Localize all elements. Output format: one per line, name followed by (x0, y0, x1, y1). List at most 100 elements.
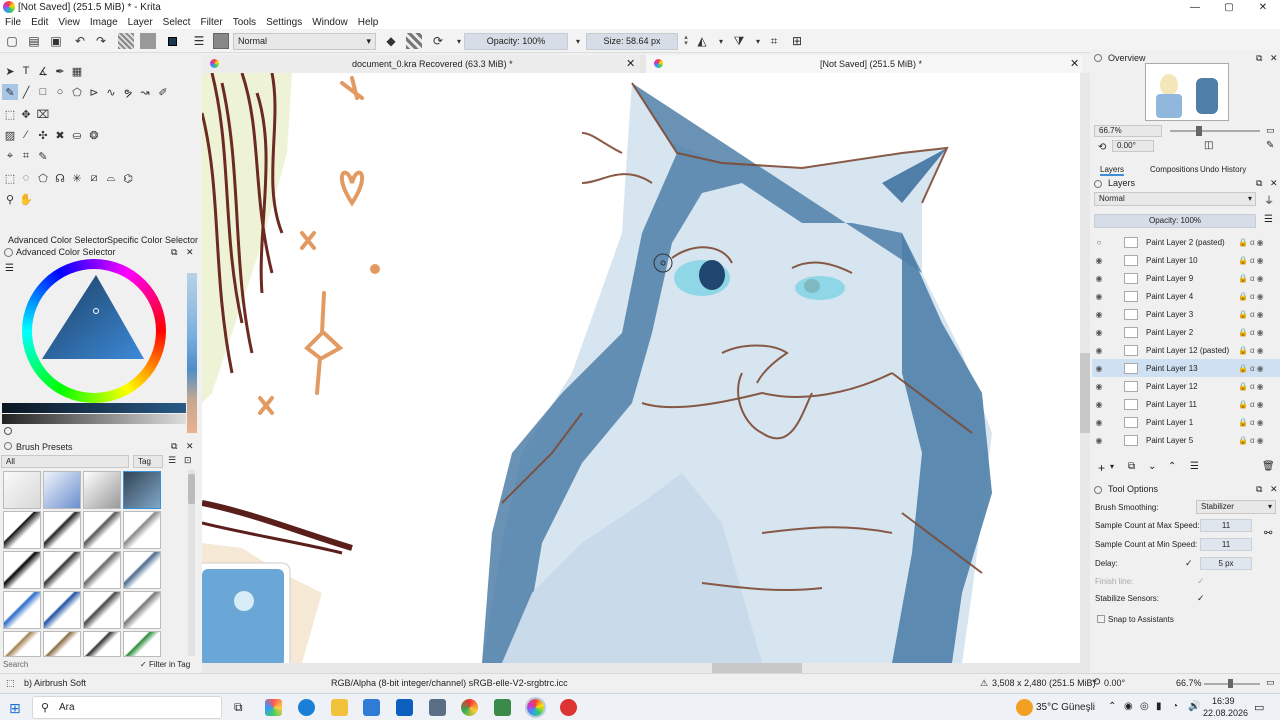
float-panel-icon[interactable]: ⧉ (171, 441, 177, 452)
brush-settings-icon[interactable]: ☰ (191, 33, 207, 49)
close-panel-icon[interactable]: ✕ (1270, 53, 1278, 64)
close-tab-icon[interactable]: ✕ (626, 57, 635, 70)
magnetic-select-icon[interactable]: ⌬ (120, 170, 136, 186)
recorder-icon[interactable] (560, 699, 577, 716)
brush-preset[interactable] (83, 471, 121, 509)
float-panel-icon[interactable]: ⧉ (1256, 53, 1262, 64)
gradient-icon[interactable] (118, 33, 134, 49)
layer-row[interactable]: ◉ Paint Layer 13 🔒α◉ (1092, 359, 1280, 377)
volume-icon[interactable]: 🔊 (1188, 701, 1200, 712)
layer-flags-icon[interactable]: 🔒α◉ (1238, 238, 1280, 247)
reference-tool-icon[interactable]: ⌗ (18, 148, 34, 164)
start-icon[interactable]: ⊞ (9, 700, 21, 717)
brush-preset[interactable] (83, 591, 121, 629)
brush-preset[interactable] (43, 591, 81, 629)
preset-scrollbar[interactable] (188, 470, 195, 656)
menu-edit[interactable]: Edit (26, 17, 53, 28)
gray-slider[interactable] (2, 414, 186, 424)
visibility-icon[interactable]: ◉ (1092, 364, 1106, 373)
current-brush[interactable]: b) Airbrush Soft (24, 678, 86, 688)
recent-colors-strip[interactable] (187, 273, 197, 433)
clock-time[interactable]: 16:39 (1212, 696, 1235, 706)
float-panel-icon[interactable]: ⧉ (171, 247, 177, 258)
delete-layer-icon[interactable]: 🗑 (1262, 461, 1275, 472)
visibility-icon[interactable]: ◉ (1092, 346, 1106, 355)
status-zoom-slider[interactable] (1204, 679, 1260, 688)
layer-row[interactable]: ◉ Paint Layer 12 🔒α◉ (1092, 377, 1280, 395)
brush-preset[interactable] (3, 511, 41, 549)
color-triangle[interactable] (36, 273, 152, 389)
close-window-button[interactable]: ✕ (1246, 0, 1280, 15)
file-explorer-icon[interactable] (331, 699, 348, 716)
rotation-input[interactable]: 0.00° (1112, 140, 1154, 152)
float-panel-icon[interactable]: ⧉ (1256, 484, 1262, 495)
freehand-select-icon[interactable]: ☊ (52, 170, 68, 186)
zoom-select[interactable]: 66.7% (1094, 125, 1162, 137)
edit-shapes-icon[interactable]: ∡ (35, 63, 51, 79)
color-history-icon[interactable] (4, 427, 12, 435)
layer-row[interactable]: ◉ Paint Layer 11 🔒α◉ (1092, 395, 1280, 413)
measure-tool-icon[interactable]: ⌖ (2, 148, 18, 164)
layer-flags-icon[interactable]: 🔒α◉ (1238, 292, 1280, 301)
layer-flags-icon[interactable]: 🔒α◉ (1238, 364, 1280, 373)
link-icon[interactable]: ⚯ (1264, 528, 1272, 539)
wrap-around-icon[interactable]: ⌗ (766, 33, 782, 49)
tab-advanced-color-selector[interactable]: Advanced Color Selector (8, 235, 108, 245)
brush-preset[interactable] (3, 631, 41, 657)
blend-mode-select[interactable]: Normal ▾ (233, 33, 376, 50)
layer-flags-icon[interactable]: 🔒α◉ (1238, 436, 1280, 445)
size-slider[interactable]: Size: 58.64 px (586, 33, 678, 50)
menu-window[interactable]: Window (307, 17, 353, 28)
menu-select[interactable]: Select (158, 17, 196, 28)
store-icon[interactable] (363, 699, 380, 716)
menu-help[interactable]: Help (353, 17, 384, 28)
layer-row[interactable]: ◉ Paint Layer 4 🔒α◉ (1092, 287, 1280, 305)
value-slider[interactable] (2, 403, 186, 413)
canvas-rotation[interactable]: 0.00° (1104, 678, 1125, 688)
panel-settings-icon[interactable] (1094, 54, 1102, 62)
menu-layer[interactable]: Layer (123, 17, 158, 28)
brush-preset[interactable] (83, 551, 121, 589)
layer-flags-icon[interactable]: 🔒α◉ (1238, 256, 1280, 265)
layer-properties-icon[interactable]: ☰ (1190, 461, 1199, 472)
layer-row[interactable]: ◉ Paint Layer 5 🔒α◉ (1092, 431, 1280, 449)
view-mode-icon[interactable]: ☰ (168, 455, 176, 466)
visibility-icon[interactable]: ○ (1092, 238, 1106, 247)
mirror-view-icon[interactable]: ◫ (1204, 140, 1213, 151)
layer-flags-icon[interactable]: 🔒α◉ (1238, 400, 1280, 409)
close-panel-icon[interactable]: ✕ (186, 441, 194, 452)
tab-undo-history[interactable]: Undo History (1200, 165, 1246, 174)
add-layer-icon[interactable]: + (1098, 461, 1105, 475)
brush-preset[interactable] (83, 631, 121, 657)
zoom-slider[interactable] (1170, 126, 1260, 136)
brush-preset[interactable] (43, 631, 81, 657)
layer-row[interactable]: ◉ Paint Layer 12 (pasted) 🔒α◉ (1092, 341, 1280, 359)
layer-row[interactable]: ◉ Paint Layer 3 🔒α◉ (1092, 305, 1280, 323)
visibility-icon[interactable]: ◉ (1092, 436, 1106, 445)
multibrush-icon[interactable]: ✐ (155, 84, 171, 100)
krita-taskbar-icon[interactable] (525, 697, 546, 718)
gradient-tool-icon[interactable]: ▨ (2, 127, 18, 143)
dynamic-brush-icon[interactable]: ↝ (137, 84, 153, 100)
canvas-vertical-scrollbar[interactable] (1080, 73, 1090, 663)
canvas-horizontal-scrollbar[interactable] (202, 663, 1090, 673)
layer-flags-icon[interactable]: 🔒α◉ (1238, 274, 1280, 283)
mirror-vertical-icon[interactable]: ⧩ (731, 33, 747, 49)
visibility-icon[interactable]: ◉ (1092, 310, 1106, 319)
tray-app-icon[interactable]: ◎ (1140, 701, 1149, 712)
mail-icon[interactable] (396, 699, 413, 716)
menu-image[interactable]: Image (85, 17, 123, 28)
brush-smoothing-select[interactable]: Stabilizer ▾ (1196, 500, 1276, 514)
weather-text[interactable]: 35°C Güneşli (1036, 702, 1095, 713)
layer-row[interactable]: ○ Paint Layer 2 (pasted) 🔒α◉ (1092, 233, 1280, 251)
freehand-path-icon[interactable]: ຯ (120, 84, 136, 100)
filter-icon[interactable]: ⏚ (1264, 192, 1274, 207)
pattern-icon[interactable] (140, 33, 156, 49)
layer-opacity-slider[interactable]: Opacity: 100% (1094, 214, 1256, 228)
float-panel-icon[interactable]: ⧉ (1256, 178, 1262, 189)
move-tool-icon[interactable]: ✥ (18, 106, 34, 122)
brush-preset[interactable] (3, 591, 41, 629)
preset-filter-select[interactable]: All (1, 455, 129, 468)
max-speed-input[interactable]: 11 (1200, 519, 1252, 532)
ellipse-tool-icon[interactable]: ○ (52, 84, 68, 100)
